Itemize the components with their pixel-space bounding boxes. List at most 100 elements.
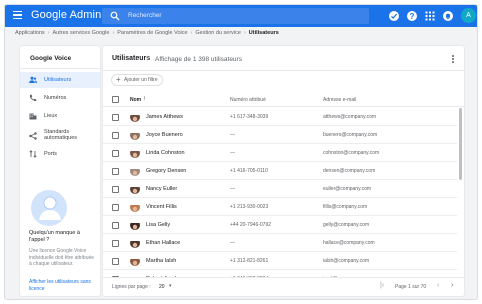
breadcrumb-service-management[interactable]: Gestion du service bbox=[195, 30, 241, 36]
assigned-number: — bbox=[230, 186, 235, 192]
user-email: fillis@company.com bbox=[323, 204, 368, 210]
user-name[interactable]: Linda Cohnston bbox=[146, 150, 185, 156]
sidebar-item-users[interactable]: Utilisateurs bbox=[20, 72, 100, 88]
sidebar-item-label: Ports bbox=[44, 150, 57, 157]
svg-text:?: ? bbox=[410, 12, 415, 21]
assigned-number: — bbox=[230, 150, 235, 156]
promo-description: Une licence Google Voice individuelle do… bbox=[29, 248, 95, 267]
top-bar: Google Admin Rechercher ? A bbox=[5, 5, 477, 27]
user-name[interactable]: Ethan Hallace bbox=[146, 240, 180, 246]
table-row[interactable]: Lisa Gelly +44 20-7946-0792 gelly@company.… bbox=[103, 216, 457, 234]
user-avatar bbox=[130, 148, 140, 158]
search-bar[interactable]: Rechercher bbox=[102, 8, 369, 24]
row-checkbox[interactable] bbox=[112, 203, 119, 211]
vertical-scrollbar[interactable] bbox=[459, 108, 462, 180]
breadcrumb-other-services[interactable]: Autres services Google bbox=[53, 30, 110, 36]
sidebar-item-numbers[interactable]: Numéros bbox=[20, 90, 100, 106]
users-icon bbox=[29, 76, 37, 83]
row-checkbox[interactable] bbox=[112, 239, 119, 247]
user-avatar bbox=[130, 112, 140, 122]
row-checkbox[interactable] bbox=[112, 257, 119, 265]
column-header-name[interactable]: Nom bbox=[130, 97, 141, 103]
column-header-number[interactable]: Numéro attribué bbox=[230, 97, 266, 103]
assigned-number: +1 617-348-3039 bbox=[230, 114, 269, 120]
breadcrumb-voice-settings[interactable]: Paramètres de Google Voice bbox=[117, 30, 187, 36]
admin-window: Google Admin Rechercher ? A Applications… bbox=[4, 4, 478, 300]
assigned-number: +44 20-7946-0792 bbox=[230, 222, 272, 228]
page-info: Page 1 sur 70 bbox=[395, 284, 427, 290]
select-all-checkbox[interactable] bbox=[112, 96, 119, 103]
sidebar-item-locations[interactable]: Lieux bbox=[20, 108, 100, 124]
sidebar-divider bbox=[20, 68, 100, 69]
panel-divider bbox=[103, 70, 464, 71]
apps-grid-icon[interactable] bbox=[424, 10, 436, 22]
search-placeholder: Rechercher bbox=[128, 11, 162, 19]
user-name[interactable]: Joyce Buenero bbox=[146, 132, 183, 138]
user-email: ialsh@company.com bbox=[323, 258, 370, 264]
user-avatar bbox=[130, 202, 140, 212]
user-avatar bbox=[130, 166, 140, 176]
sidebar-item-label: Utilisateurs bbox=[44, 76, 72, 83]
user-email: buenero@company.com bbox=[323, 132, 378, 138]
table-row[interactable]: Ethan Hallace — hallace@company.com bbox=[103, 234, 457, 252]
sort-ascending-icon[interactable]: ↑ bbox=[143, 96, 146, 102]
add-filter-button[interactable]: + Ajouter un filtre bbox=[111, 74, 163, 86]
promo-question: Quelqu'un manque à l'appel ? bbox=[29, 230, 80, 243]
port-icon bbox=[29, 150, 37, 158]
rows-per-page-select[interactable]: 20 bbox=[159, 284, 165, 290]
app-logo[interactable]: Google Admin bbox=[31, 9, 101, 21]
user-name[interactable]: Gregory Densen bbox=[146, 168, 186, 174]
sidebar-item-label: Standards automatiques bbox=[44, 129, 78, 141]
assigned-number: +1 213-930-0023 bbox=[230, 204, 269, 210]
user-avatar bbox=[130, 184, 140, 194]
assigned-number: +1 312-821-8261 bbox=[230, 258, 269, 264]
user-avatar[interactable]: A bbox=[461, 8, 476, 23]
dropdown-caret-icon[interactable]: ▾ bbox=[169, 283, 172, 289]
user-count: Affichage de 1 398 utilisateurs bbox=[155, 55, 242, 63]
sidebar-item-ports[interactable]: Ports bbox=[20, 146, 100, 162]
user-name[interactable]: Vincent Fillis bbox=[146, 204, 177, 210]
table-row[interactable]: Linda Cohnston — cohnston@company.com bbox=[103, 144, 457, 162]
user-name[interactable]: Martha Ialsh bbox=[146, 258, 176, 264]
user-avatar bbox=[130, 256, 140, 266]
hamburger-menu-icon[interactable] bbox=[13, 11, 22, 21]
row-checkbox[interactable] bbox=[112, 149, 119, 157]
table-row[interactable]: Martha Ialsh +1 312-821-8261 ialsh@company… bbox=[103, 252, 457, 270]
missing-user-illustration-icon bbox=[31, 190, 67, 226]
table-row[interactable]: James Atthews +1 617-348-3039 atthews@comp… bbox=[103, 108, 457, 126]
building-icon bbox=[29, 113, 37, 120]
breadcrumb-applications[interactable]: Applications bbox=[15, 30, 45, 36]
row-checkbox[interactable] bbox=[112, 185, 119, 193]
sidebar-item-label: Lieux bbox=[44, 112, 58, 119]
column-header-email[interactable]: Adresse e-mail bbox=[323, 97, 356, 103]
unlicensed-users-link[interactable]: Afficher les utilisateurs sans licence bbox=[29, 279, 95, 292]
table-header: Nom ↑ Numéro attribué Adresse e-mail bbox=[103, 92, 464, 107]
help-icon[interactable]: ? bbox=[406, 10, 418, 22]
previous-page-icon: ‹ bbox=[437, 282, 440, 289]
sidebar-item-label: Numéros bbox=[44, 94, 67, 101]
breadcrumb: Applications › Autres services Google › Para… bbox=[15, 30, 279, 36]
assigned-number: — bbox=[230, 240, 235, 246]
timer-icon[interactable] bbox=[388, 10, 400, 22]
table-row[interactable]: Vincent Fillis +1 213-930-0023 fillis@comp… bbox=[103, 198, 457, 216]
user-name[interactable]: James Atthews bbox=[146, 114, 183, 120]
users-panel: Utilisateurs | Affichage de 1 398 utilis… bbox=[103, 46, 464, 296]
table-row[interactable]: Joyce Buenero — buenero@company.com bbox=[103, 126, 457, 144]
row-checkbox[interactable] bbox=[112, 221, 119, 229]
more-options-icon[interactable] bbox=[452, 55, 455, 64]
table-row[interactable]: Gregory Densen +1 416-705-0110 densen@comp… bbox=[103, 162, 457, 180]
user-name[interactable]: Lisa Gelly bbox=[146, 222, 170, 228]
page-title: Utilisateurs bbox=[112, 55, 151, 62]
share-icon bbox=[29, 132, 37, 140]
add-filter-label: Ajouter un filtre bbox=[124, 77, 158, 83]
table-row[interactable]: Nancy Euller — euller@company.com bbox=[103, 180, 457, 198]
notifications-icon[interactable] bbox=[442, 10, 454, 22]
next-page-icon[interactable]: › bbox=[451, 282, 453, 290]
breadcrumb-current: Utilisateurs bbox=[248, 30, 279, 36]
first-page-icon: |‹ bbox=[380, 282, 385, 289]
row-checkbox[interactable] bbox=[112, 113, 119, 121]
sidebar-item-auto-attendants[interactable]: Standards automatiques bbox=[20, 126, 100, 146]
user-name[interactable]: Nancy Euller bbox=[146, 186, 177, 192]
row-checkbox[interactable] bbox=[112, 131, 119, 139]
row-checkbox[interactable] bbox=[112, 167, 119, 175]
